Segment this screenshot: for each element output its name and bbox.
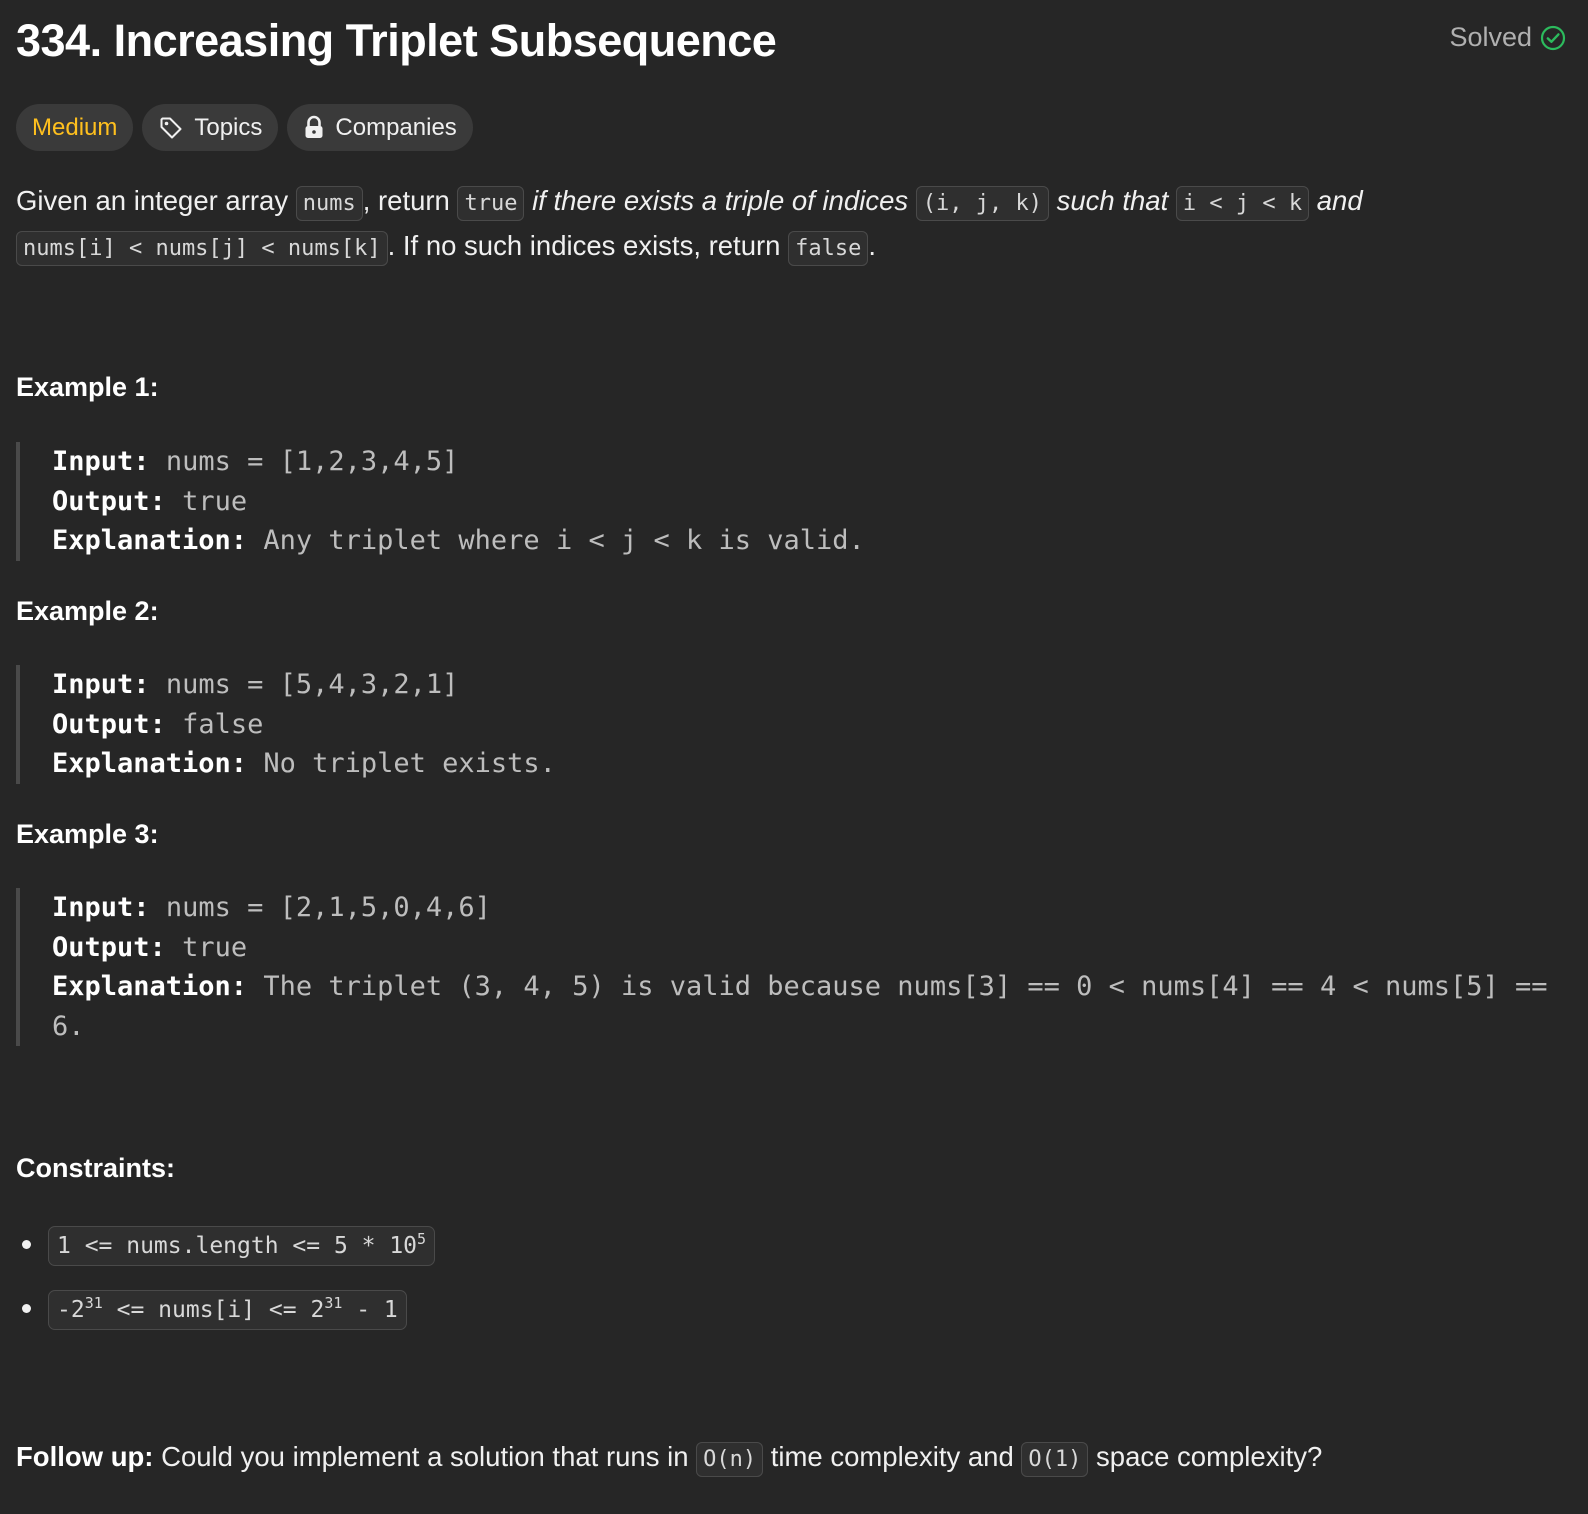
example-1-title: Example 1: — [16, 372, 159, 402]
companies-button[interactable]: Companies — [287, 104, 473, 151]
example-explanation: The triplet (3, 4, 5) is valid because n… — [52, 971, 1548, 1042]
constraint-item: -231 <= nums[i] <= 231 - 1 — [20, 1290, 435, 1354]
example-2-block: Input: nums = [5,4,3,2,1] Output: false … — [16, 665, 1552, 784]
inline-code: false — [788, 231, 869, 266]
inline-code: (i, j, k) — [915, 186, 1049, 221]
inline-code: O(n) — [696, 1442, 764, 1477]
check-circle-icon — [1540, 25, 1566, 51]
example-output: false — [182, 708, 264, 740]
lock-icon — [303, 115, 325, 141]
inline-code: O(1) — [1021, 1442, 1089, 1477]
example-input: nums = [1,2,3,4,5] — [165, 446, 459, 477]
example-input: nums = [2,1,5,0,4,6] — [165, 892, 491, 923]
constraints-title: Constraints: — [16, 1153, 176, 1183]
problem-header: 334. Increasing Triplet Subsequence Solv… — [16, 12, 1568, 72]
solved-label: Solved — [1449, 22, 1532, 52]
inline-code: i < j < k — [1175, 186, 1310, 221]
topics-button[interactable]: Topics — [142, 104, 279, 151]
problem-tags: Medium Topics Companies — [16, 104, 473, 151]
inline-code: true — [457, 186, 525, 221]
inline-code: nums — [295, 186, 363, 221]
example-3-title: Example 3: — [16, 819, 159, 849]
problem-description: Given an integer array nums, return true… — [16, 180, 1556, 270]
companies-label: Companies — [335, 113, 457, 141]
example-2-title: Example 2: — [16, 596, 159, 626]
difficulty-badge: Medium — [16, 104, 134, 151]
constraint-code: 1 <= nums.length <= 5 * 105 — [48, 1226, 436, 1266]
example-3-block: Input: nums = [2,1,5,0,4,6] Output: true… — [16, 888, 1552, 1046]
problem-title: 334. Increasing Triplet Subsequence — [16, 15, 777, 66]
bullet — [22, 1240, 31, 1249]
constraint-code: -231 <= nums[i] <= 231 - 1 — [48, 1290, 407, 1330]
bullet — [22, 1304, 31, 1313]
topics-label: Topics — [194, 113, 263, 141]
example-explanation: Any triplet where i < j < k is valid. — [263, 525, 865, 556]
follow-up: Follow up: Could you implement a solutio… — [16, 1436, 1322, 1481]
example-output: true — [182, 931, 248, 963]
tag-icon — [158, 115, 184, 141]
constraint-item: 1 <= nums.length <= 5 * 105 — [20, 1226, 436, 1290]
example-output: true — [182, 485, 248, 517]
example-1-block: Input: nums = [1,2,3,4,5] Output: true E… — [16, 442, 1552, 561]
solved-indicator: Solved — [1449, 22, 1566, 53]
difficulty-label: Medium — [32, 113, 118, 141]
follow-up-label: Follow up: — [16, 1441, 154, 1472]
example-explanation: No triplet exists. — [263, 748, 556, 779]
inline-code: nums[i] < nums[j] < nums[k] — [16, 231, 388, 266]
constraints-list: 1 <= nums.length <= 5 * 105 -231 <= nums… — [20, 1226, 436, 1354]
example-input: nums = [5,4,3,2,1] — [165, 669, 459, 700]
